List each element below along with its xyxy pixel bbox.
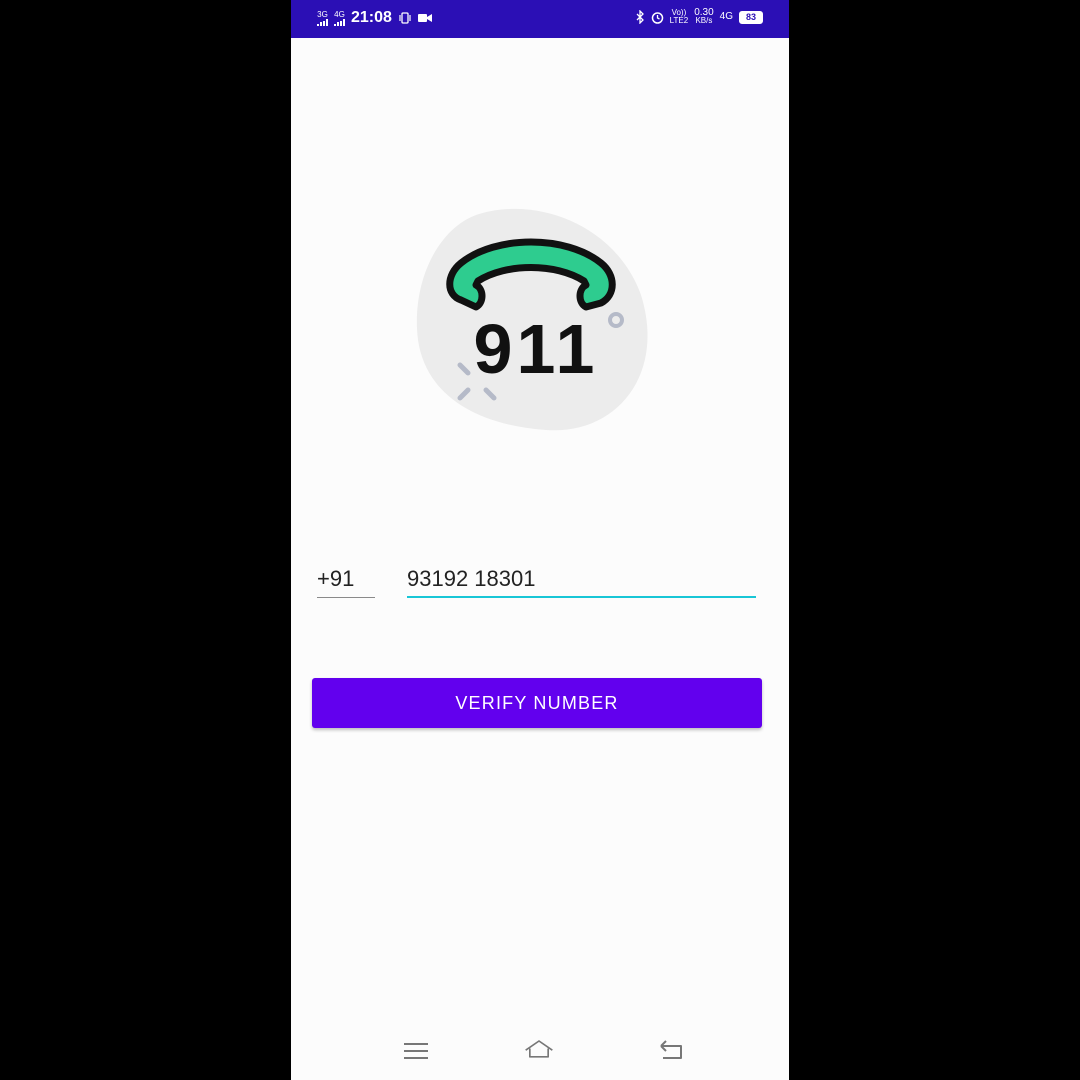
lte-label: LTE2 [669, 16, 689, 25]
phone-number-input[interactable] [407, 562, 756, 598]
network-4g-indicator: 4G [334, 9, 345, 26]
battery-icon: 83 [739, 10, 763, 24]
vibrate-icon [399, 12, 411, 24]
network-3g-label: 3G [317, 9, 328, 19]
signal-bars-icon [317, 18, 328, 26]
network-4g-label-2: 4G [719, 11, 733, 22]
video-camera-icon [417, 14, 432, 22]
network-4g-label: 4G [334, 9, 345, 19]
verify-number-button[interactable]: VERIFY NUMBER [312, 678, 762, 728]
status-left: 3G 4G 21:08 [317, 9, 432, 27]
back-icon[interactable] [657, 1036, 687, 1066]
network-3g-indicator: 3G [317, 9, 328, 26]
logo-number: 911 [474, 310, 599, 388]
volte-indicator: Vo)) LTE2 [670, 9, 689, 25]
bluetooth-icon [636, 10, 644, 24]
speed-unit: KB/s [695, 16, 713, 25]
emergency-911-logo: 911 [416, 208, 648, 431]
navigation-bar [291, 1020, 789, 1080]
alarm-icon [651, 11, 663, 24]
phone-screen: 3G 4G 21:08 Vo)) LTE2 0.30 KB/s 4G 83 91… [291, 0, 789, 1080]
signal-bars-icon [334, 18, 345, 26]
clock: 21:08 [351, 9, 392, 26]
status-right: Vo)) LTE2 0.30 KB/s 4G 83 [636, 8, 763, 25]
network-4g-indicator-2: 4G [719, 11, 733, 22]
home-icon[interactable] [524, 1036, 554, 1066]
country-code-field[interactable]: +91 [317, 562, 375, 598]
menu-icon[interactable] [401, 1036, 431, 1066]
network-speed: 0.30 KB/s [694, 8, 713, 25]
status-bar: 3G 4G 21:08 Vo)) LTE2 0.30 KB/s 4G 83 [291, 0, 789, 38]
